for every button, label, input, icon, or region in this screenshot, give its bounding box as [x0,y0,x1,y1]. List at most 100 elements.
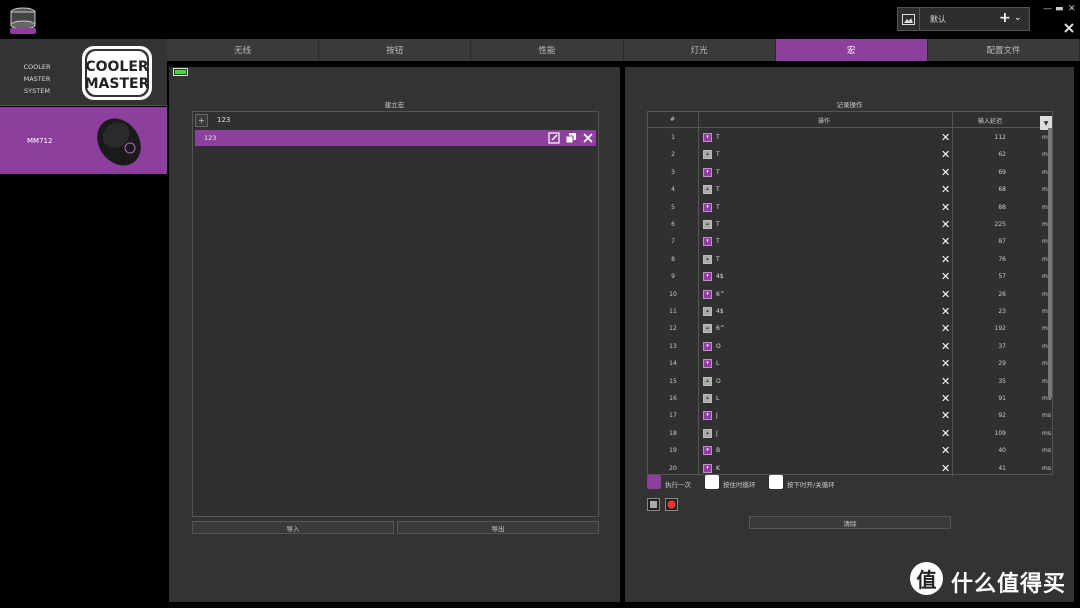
scrollbar[interactable] [1048,128,1052,398]
row-delay[interactable]: 26 [978,291,1006,298]
record-title: 记录操作 [836,101,863,109]
row-delay[interactable]: 62 [978,151,1006,158]
table-row[interactable]: 3 ▾ T ✕ 69 ms [648,164,1053,181]
table-row[interactable]: 5 ▾ T ✕ 88 ms [648,199,1053,216]
tab-performance[interactable]: 性能 [471,39,624,61]
table-row[interactable]: 18 ▴ J ✕ 109 ms [648,425,1053,442]
delete-action-icon[interactable]: ✕ [941,288,950,301]
col-delay[interactable]: 输入延迟 [978,116,1002,125]
row-delay[interactable]: 29 [978,360,1006,367]
row-key: L [716,360,720,368]
table-row[interactable]: 14 ▾ L ✕ 29 ms [648,355,1053,372]
run-once-toggle[interactable] [647,475,661,489]
row-number: 20 [669,464,677,472]
row-delay[interactable]: 37 [978,343,1006,350]
close-button[interactable]: ✕ [1068,4,1076,14]
delete-action-icon[interactable]: ✕ [941,235,950,248]
delete-action-icon[interactable]: ✕ [941,270,950,283]
chevron-down-icon[interactable]: ⌄ [1014,13,1022,23]
table-row[interactable]: 11 ▴ 4$ ✕ 23 ms [648,303,1053,320]
row-delay[interactable]: 69 [978,169,1006,176]
row-delay[interactable]: 23 [978,308,1006,315]
macro-item[interactable]: 123 [195,130,596,146]
tools-icon[interactable] [1064,23,1074,33]
row-delay[interactable]: 68 [978,186,1006,193]
copy-icon[interactable] [565,132,577,144]
row-delay[interactable]: 92 [978,412,1006,419]
stop-button[interactable] [647,498,660,511]
delete-action-icon[interactable]: ✕ [941,409,950,422]
delete-action-icon[interactable]: ✕ [941,218,950,231]
delete-action-icon[interactable]: ✕ [941,183,950,196]
delete-action-icon[interactable]: ✕ [941,375,950,388]
table-row[interactable]: 19 ▾ B ✕ 40 ms [648,442,1053,459]
masterplus-logo[interactable] [7,5,39,35]
profile-selector[interactable]: 默认 + ⌄ [897,7,1030,31]
delete-action-icon[interactable]: ✕ [941,305,950,318]
tab-buttons[interactable]: 按钮 [319,39,472,61]
sidebar-item-system[interactable]: COOLER MASTER SYSTEM COOLER MASTER [0,39,167,106]
row-delay[interactable]: 192 [978,325,1006,332]
row-key: J [716,412,718,420]
row-delay[interactable]: 87 [978,238,1006,245]
row-delay[interactable]: 40 [978,447,1006,454]
tab-lighting[interactable]: 灯光 [624,39,776,61]
row-delay[interactable]: 57 [978,273,1006,280]
add-macro-button[interactable]: + [195,114,208,127]
delete-icon[interactable] [582,132,594,144]
row-delay[interactable]: 109 [978,430,1006,437]
row-delay[interactable]: 35 [978,378,1006,385]
record-button[interactable] [665,498,678,511]
row-delay[interactable]: 76 [978,256,1006,263]
table-row[interactable]: 17 ▾ J ✕ 92 ms [648,407,1053,424]
table-row[interactable]: 8 ▴ T ✕ 76 ms [648,251,1053,268]
delete-action-icon[interactable]: ✕ [941,253,950,266]
table-row[interactable]: 1 ▾ T ✕ 112 ms [648,129,1053,146]
table-row[interactable]: 6 ▴ T ✕ 225 ms [648,216,1053,233]
delete-action-icon[interactable]: ✕ [941,166,950,179]
delete-action-icon[interactable]: ✕ [941,131,950,144]
table-row[interactable]: 13 ▾ O ✕ 37 ms [648,338,1053,355]
row-key: T [716,186,720,194]
export-button[interactable]: 导出 [397,521,599,534]
row-delay[interactable]: 112 [978,134,1006,141]
minimize-button[interactable]: — [1043,4,1052,14]
import-button[interactable]: 导入 [192,521,394,534]
table-row[interactable]: 16 ▴ L ✕ 91 ms [648,390,1053,407]
table-row[interactable]: 10 ▾ 6^ ✕ 26 ms [648,286,1053,303]
maximize-button[interactable]: ▬ [1055,4,1064,14]
row-number: 9 [671,273,675,281]
row-delay[interactable]: 41 [978,465,1006,472]
row-unit: ms [1042,447,1051,455]
delete-action-icon[interactable]: ✕ [941,148,950,161]
row-delay[interactable]: 91 [978,395,1006,402]
row-unit: ms [1042,464,1051,472]
edit-icon[interactable] [548,132,560,144]
delete-action-icon[interactable]: ✕ [941,392,950,405]
delete-action-icon[interactable]: ✕ [941,462,950,475]
clear-button[interactable]: 清除 [749,516,951,529]
delete-action-icon[interactable]: ✕ [941,340,950,353]
add-profile-button[interactable]: + [999,10,1011,26]
table-row[interactable]: 9 ▾ 4$ ✕ 57 ms [648,268,1053,285]
loop-hold-toggle[interactable] [705,475,719,489]
tab-profiles[interactable]: 配置文件 [928,39,1080,61]
delete-action-icon[interactable]: ✕ [941,201,950,214]
row-delay[interactable]: 225 [978,221,1006,228]
table-row[interactable]: 7 ▾ T ✕ 87 ms [648,233,1053,250]
delete-action-icon[interactable]: ✕ [941,444,950,457]
row-key: T [716,151,720,159]
table-row[interactable]: 15 ▴ O ✕ 35 ms [648,373,1053,390]
delete-action-icon[interactable]: ✕ [941,322,950,335]
delete-action-icon[interactable]: ✕ [941,357,950,370]
logo-word-2: MASTER [85,76,150,92]
tab-macro[interactable]: 宏 [775,39,928,61]
table-row[interactable]: 2 ▴ T ✕ 62 ms [648,146,1053,163]
row-delay[interactable]: 88 [978,204,1006,211]
delete-action-icon[interactable]: ✕ [941,427,950,440]
loop-toggle-toggle[interactable] [769,475,783,489]
table-row[interactable]: 12 ▴ 6^ ✕ 192 ms [648,320,1053,337]
tab-wireless[interactable]: 无线 [167,39,320,61]
table-row[interactable]: 4 ▴ T ✕ 68 ms [648,181,1053,198]
sidebar-item-mm712[interactable]: MM712 [0,107,167,174]
